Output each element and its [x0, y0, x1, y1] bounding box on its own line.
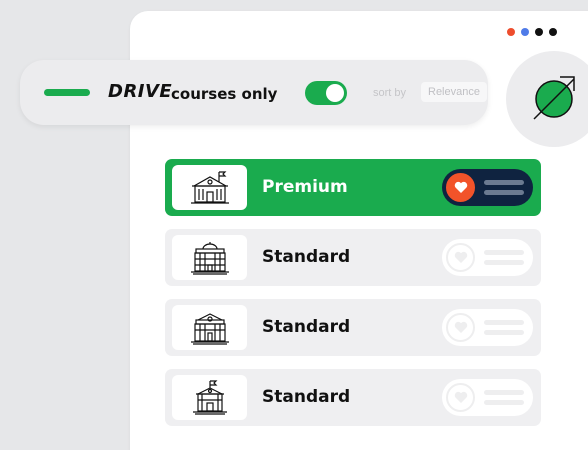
menu-line-icon: [484, 400, 524, 405]
institute-building-icon: [190, 312, 229, 345]
course-row-standard[interactable]: Standard: [165, 369, 541, 426]
heart-icon: [446, 383, 475, 412]
course-row-premium[interactable]: Premium: [165, 159, 541, 216]
row-label: Standard: [262, 317, 351, 337]
menu-line-icon: [484, 330, 524, 335]
course-thumbnail: [172, 165, 247, 210]
course-row-standard[interactable]: Standard: [165, 229, 541, 286]
row-label: Premium: [262, 177, 348, 197]
row-label: Standard: [262, 247, 351, 267]
filter-bar: DRIVE courses only sort by Relevance: [20, 60, 488, 125]
green-dash-icon: [44, 89, 90, 96]
menu-line-icon: [484, 320, 524, 325]
favorite-toggle[interactable]: [442, 379, 533, 416]
menu-line-icon: [484, 260, 524, 265]
toggle-knob: [326, 84, 344, 102]
app-stage: DRIVE courses only sort by Relevance Pre…: [0, 0, 588, 450]
courses-only-toggle[interactable]: [305, 81, 347, 105]
menu-line-icon: [484, 250, 524, 255]
course-row-standard[interactable]: Standard: [165, 299, 541, 356]
school-building-flag-icon: [190, 170, 229, 204]
course-thumbnail: [172, 305, 247, 350]
black-dot-icon[interactable]: [535, 28, 543, 36]
menu-line-icon: [484, 180, 524, 185]
heart-icon: [446, 313, 475, 342]
black-dot-icon[interactable]: [549, 28, 557, 36]
menu-line-icon: [484, 190, 524, 195]
heart-icon: [446, 243, 475, 272]
sort-by-label: sort by: [373, 87, 407, 99]
favorite-toggle[interactable]: [442, 239, 533, 276]
favorite-toggle[interactable]: [442, 309, 533, 346]
blue-dot-icon[interactable]: [521, 28, 529, 36]
row-label: Standard: [262, 387, 351, 407]
course-thumbnail: [172, 235, 247, 280]
action-button[interactable]: [506, 51, 588, 147]
school-building-flag-icon: [192, 379, 227, 415]
heart-icon: [446, 173, 475, 202]
menu-line-icon: [484, 390, 524, 395]
course-thumbnail: [172, 375, 247, 420]
red-dot-icon[interactable]: [507, 28, 515, 36]
courses-only-label: courses only: [171, 85, 278, 103]
window-dots: [507, 28, 557, 36]
brand-logo: DRIVE: [108, 81, 173, 102]
government-building-icon: [190, 241, 229, 275]
favorite-toggle[interactable]: [442, 169, 533, 206]
sort-by-select[interactable]: Relevance: [421, 82, 487, 102]
green-circle-arrow-icon: [533, 76, 575, 120]
